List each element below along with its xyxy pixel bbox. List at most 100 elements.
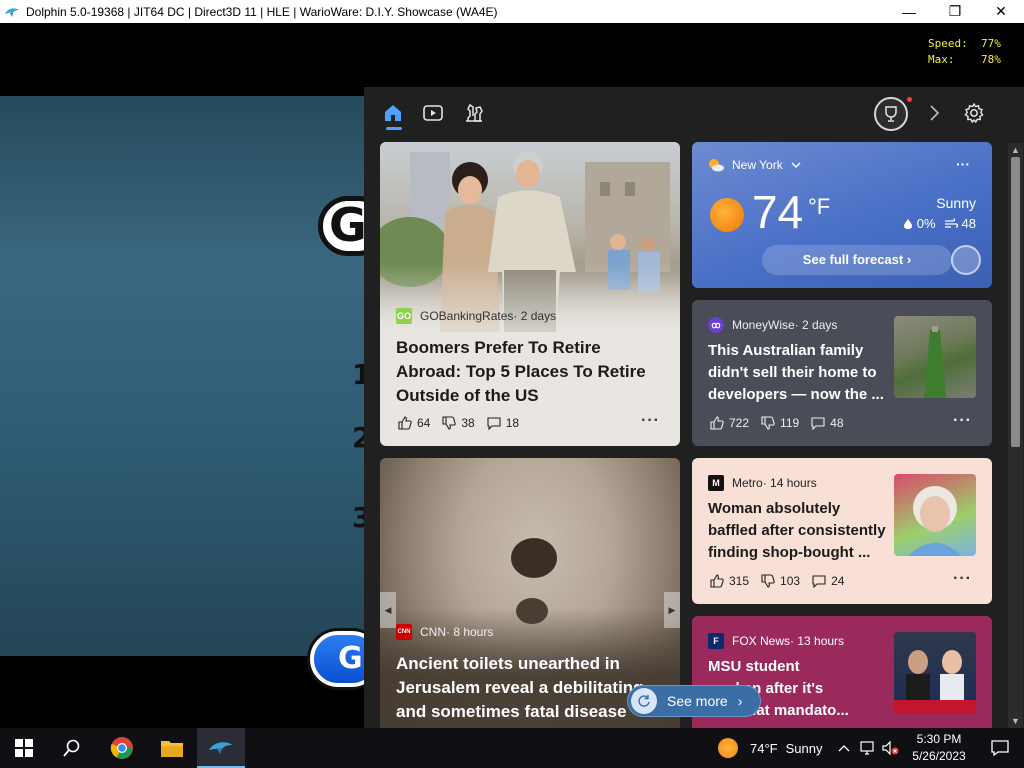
notification-dot — [907, 97, 912, 102]
taskbar: 74°F Sunny 5:30 PM 5/26/2023 — [0, 728, 1024, 768]
dislike-button[interactable]: 103 — [761, 574, 800, 588]
minimize-button[interactable]: — — [886, 0, 932, 23]
more-options-button[interactable]: ··· — [953, 412, 972, 430]
headline-line-1: MSU student — [708, 658, 800, 675]
maximize-button[interactable]: ❐ — [932, 0, 978, 23]
card-source: F FOX News · 13 hours — [708, 633, 844, 649]
card-headline[interactable]: Woman absolutely baffled after consisten… — [708, 498, 893, 564]
source-name[interactable]: MoneyWise — [732, 318, 795, 332]
dislike-button[interactable]: 38 — [442, 416, 475, 430]
card-headline[interactable]: This Australian family didn't sell their… — [708, 340, 893, 406]
file-explorer-button[interactable] — [148, 728, 196, 768]
comment-icon — [487, 417, 501, 430]
scroll-up-arrow[interactable]: ▲ — [1008, 143, 1023, 157]
source-name[interactable]: CNN — [420, 625, 446, 639]
start-button[interactable] — [0, 728, 48, 768]
comment-count: 48 — [830, 416, 844, 430]
card-headline[interactable]: Ancient toilets unearthed in Jerusalem r… — [396, 652, 666, 724]
location-name: New York — [732, 158, 783, 172]
scroll-down-arrow[interactable]: ▼ — [1008, 714, 1023, 728]
thumbs-down-icon — [761, 416, 775, 430]
close-button[interactable]: ✕ — [978, 0, 1024, 23]
gear-icon[interactable] — [963, 102, 985, 124]
reaction-row: 315 103 24 — [710, 574, 856, 588]
search-icon — [63, 739, 80, 757]
wind-icon — [944, 217, 958, 228]
taskbar-weather[interactable]: 74°F Sunny — [718, 728, 822, 768]
source-time: · 14 hours — [762, 476, 817, 490]
partly-sunny-icon — [709, 159, 724, 172]
weather-map-bubble[interactable] — [951, 245, 981, 275]
home-tab-indicator — [386, 127, 402, 130]
news-card-woman-baffled[interactable]: M Metro · 14 hours Woman absolutely baff… — [692, 458, 992, 604]
card-source: CNN CNN · 8 hours — [396, 624, 493, 640]
video-icon[interactable] — [422, 102, 444, 124]
network-icon[interactable] — [860, 741, 876, 755]
carousel-prev-button[interactable]: ◀ — [380, 592, 396, 628]
source-time: · 2 days — [794, 318, 838, 332]
thumbs-up-icon — [398, 416, 412, 430]
comment-icon — [811, 417, 825, 430]
carousel-next-button[interactable]: ▶ — [664, 592, 680, 628]
aerial-photo — [894, 316, 976, 398]
dolphin-icon — [209, 742, 233, 754]
source-name[interactable]: GOBankingRates — [420, 309, 513, 323]
tv-screenshot — [894, 632, 976, 714]
weather-condition: Sunny — [936, 195, 976, 211]
taskbar-clock[interactable]: 5:30 PM 5/26/2023 — [906, 731, 972, 765]
widgets-scrollbar[interactable]: ▲ ▼ — [1008, 143, 1023, 728]
see-more-button[interactable]: See more › — [627, 685, 761, 717]
windows-icon — [15, 739, 33, 757]
news-card-retire-abroad[interactable]: GO GOBankingRates · 2 days Boomers Prefe… — [380, 142, 680, 446]
scroll-thumb[interactable] — [1011, 157, 1020, 447]
widgets-nav — [364, 87, 1024, 139]
more-options-button[interactable]: ··· — [641, 412, 660, 430]
dolphin-taskbar-button[interactable] — [197, 728, 245, 768]
like-button[interactable]: 315 — [710, 574, 749, 588]
comment-count: 18 — [505, 416, 520, 430]
thumbs-down-icon — [761, 574, 775, 588]
like-button[interactable]: 64 — [398, 416, 430, 430]
speed-readout: Speed: 77% — [928, 37, 1001, 50]
rewards-button[interactable] — [874, 97, 908, 131]
max-readout: Max: 78% — [928, 53, 1001, 66]
system-tray — [838, 728, 900, 768]
raindrop-icon — [903, 218, 912, 229]
weather-more-button[interactable]: ··· — [956, 156, 970, 172]
comment-button[interactable]: 24 — [812, 574, 844, 588]
chevron-right-icon: › — [906, 252, 912, 267]
more-options-button[interactable]: ··· — [953, 570, 972, 588]
source-name[interactable]: Metro — [732, 476, 763, 490]
comment-button[interactable]: 48 — [811, 416, 844, 430]
dislike-button[interactable]: 119 — [761, 416, 799, 430]
chevron-right-icon[interactable] — [923, 102, 945, 124]
source-time: · 13 hours — [790, 634, 845, 648]
reaction-row: 64 38 18 — [398, 416, 531, 430]
widgets-panel: GO GOBankingRates · 2 days Boomers Prefe… — [364, 87, 1024, 728]
taskbar-weather-temp: 74°F — [750, 740, 778, 756]
like-button[interactable]: 722 — [710, 416, 749, 430]
notifications-button[interactable] — [976, 728, 1024, 768]
volume-muted-icon[interactable] — [882, 741, 900, 755]
source-time: · 2 days — [513, 309, 557, 323]
like-count: 315 — [729, 574, 750, 588]
chrome-taskbar-button[interactable] — [98, 728, 146, 768]
notification-icon — [991, 740, 1009, 756]
chevron-up-icon[interactable] — [838, 743, 850, 753]
gobankingrates-logo: GO — [396, 308, 412, 324]
source-name[interactable]: FOX News — [732, 634, 790, 648]
woman-photo — [894, 474, 976, 556]
weather-card[interactable]: New York ··· 74 °F Sunny 0% 48 See full … — [692, 142, 992, 288]
news-card-australian-family[interactable]: ꝏ MoneyWise · 2 days This Australian fam… — [692, 300, 992, 446]
chess-icon[interactable] — [463, 102, 485, 124]
precipitation: 0% — [916, 216, 936, 231]
dislike-count: 103 — [780, 574, 801, 588]
search-button[interactable] — [48, 728, 96, 768]
see-full-forecast-button[interactable]: See full forecast › — [762, 245, 952, 275]
weather-location[interactable]: New York — [708, 158, 801, 172]
trophy-icon — [885, 106, 897, 122]
home-icon[interactable] — [382, 102, 404, 124]
card-headline[interactable]: Boomers Prefer To Retire Abroad: Top 5 P… — [396, 336, 666, 408]
comment-button[interactable]: 18 — [487, 416, 519, 430]
dolphin-app-icon — [5, 7, 19, 17]
